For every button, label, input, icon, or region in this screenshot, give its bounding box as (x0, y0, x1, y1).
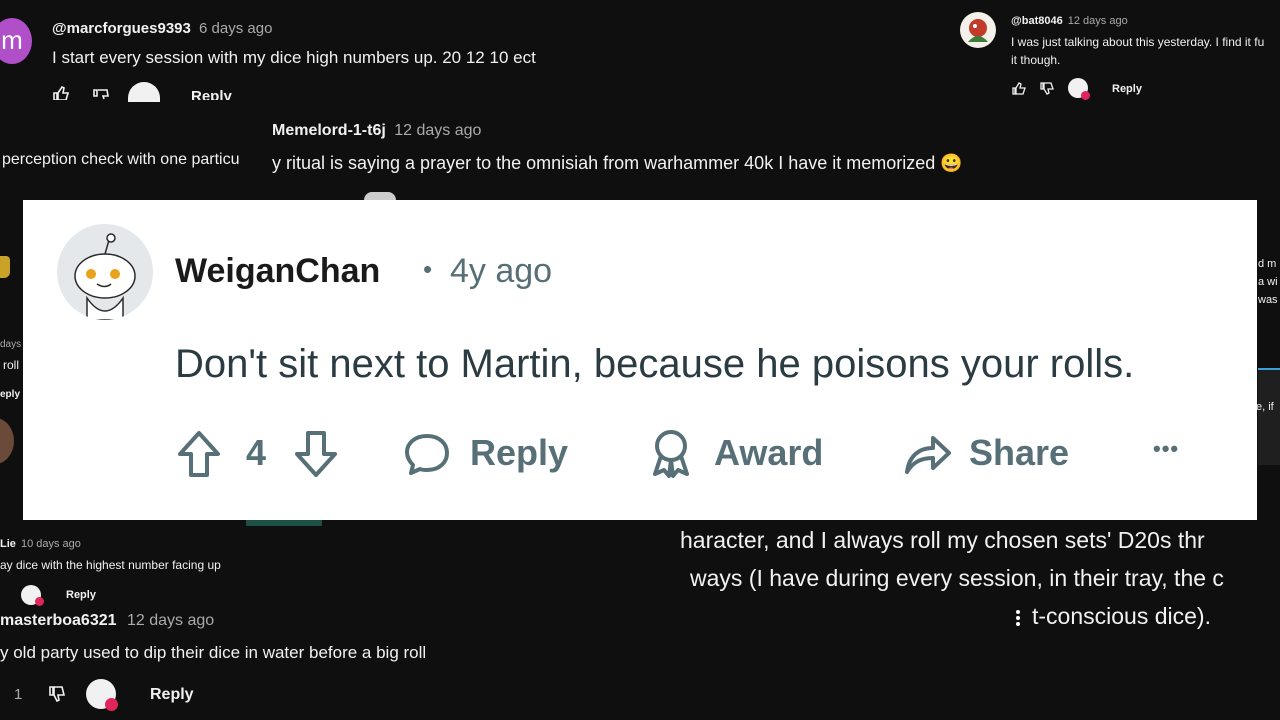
comment-author[interactable]: Lie (0, 538, 16, 550)
comment-text: y ritual is saying a prayer to the omnis… (272, 153, 963, 174)
avatar[interactable]: m (0, 18, 32, 64)
award-button[interactable]: Award (714, 432, 823, 474)
comment-author[interactable]: masterboa6321 (0, 612, 117, 629)
reply-button[interactable]: Reply (66, 589, 96, 601)
comment-author[interactable]: Memelord-1-t6j (272, 122, 386, 139)
smile-emoji: 😀 (940, 153, 963, 173)
snoo-avatar[interactable] (57, 224, 153, 320)
like-count: 1 (14, 686, 23, 703)
trophy-icon (0, 256, 10, 278)
comment-text: y old party used to dip their dice in wa… (0, 643, 427, 662)
heart-icon (105, 698, 118, 711)
creator-heart-avatar (364, 192, 396, 200)
dislike-icon[interactable] (92, 88, 110, 100)
comment-text-line: it though. (1011, 53, 1061, 67)
creator-heart-avatar (128, 82, 160, 102)
comment-header: @marcforgues9393 6 days ago (52, 20, 272, 37)
downvote-icon[interactable] (293, 430, 339, 478)
share-icon[interactable] (903, 432, 953, 476)
reddit-comment-card: WeiganChan • 4y ago Don't sit next to Ma… (23, 200, 1257, 520)
dislike-icon[interactable] (48, 686, 66, 702)
comment-time[interactable]: 12 days ago (127, 612, 214, 629)
comment-text-line: e, if (1256, 401, 1274, 413)
comment-body: Don't sit next to Martin, because he poi… (175, 342, 1135, 386)
comment-header: masterboa6321 12 days ago (0, 612, 214, 630)
upvote-icon[interactable] (176, 430, 222, 478)
comment-text-line: I was just talking about this yesterday.… (1011, 35, 1265, 49)
comment-time[interactable]: 12 days ago (394, 122, 481, 139)
reply-icon[interactable] (403, 432, 451, 476)
vote-count: 4 (246, 432, 267, 473)
comment-author[interactable]: @marcforgues9393 (52, 20, 191, 37)
comment-text: roll (3, 358, 20, 372)
comment-time[interactable]: 12 days ago (1068, 15, 1128, 27)
dislike-icon[interactable] (1040, 82, 1054, 95)
comment-text-line: haracter, and I always roll my chosen se… (680, 527, 1205, 553)
reply-button[interactable]: Reply (150, 686, 194, 704)
like-icon[interactable] (1012, 82, 1026, 95)
comment-text-line: a wi (1258, 276, 1278, 288)
reply-button[interactable]: eply (0, 389, 20, 400)
more-icon[interactable] (1015, 608, 1021, 634)
comment-text: perception check with one particu (2, 151, 240, 168)
like-icon[interactable] (52, 86, 70, 100)
comment-text: ay dice with the highest number facing u… (0, 558, 221, 572)
avatar-letter: m (1, 25, 23, 55)
comment-header: Lie 10 days ago (0, 538, 81, 550)
share-button[interactable]: Share (969, 432, 1069, 474)
comment-header: Memelord-1-t6j 12 days ago (272, 122, 481, 140)
reply-button[interactable]: Reply (191, 88, 232, 100)
reply-button[interactable]: Reply (470, 432, 568, 474)
comment-age[interactable]: 4y ago (450, 252, 552, 291)
comment-time: days (0, 339, 22, 350)
more-options-button[interactable]: ••• (1153, 436, 1179, 462)
comment-time[interactable]: 10 days ago (21, 538, 81, 550)
comment-text-body: y ritual is saying a prayer to the omnis… (272, 153, 936, 173)
divider (1258, 368, 1280, 465)
award-icon[interactable] (649, 428, 693, 478)
comment-text-line: t-conscious dice). (1032, 603, 1211, 629)
comment-author[interactable]: WeiganChan (175, 252, 380, 291)
comment-text: I start every session with my dice high … (52, 48, 536, 67)
heart-icon (1081, 91, 1090, 100)
comment-text-line: d m (1258, 258, 1277, 270)
avatar[interactable] (960, 12, 996, 48)
comment-author[interactable]: @bat8046 (1011, 15, 1063, 27)
comment-text-line: ways (I have during every session, in th… (690, 565, 1224, 591)
reply-button[interactable]: Reply (1112, 83, 1142, 95)
heart-icon (35, 597, 44, 606)
comment-header: @bat8046 12 days ago (1011, 15, 1128, 27)
comment-text-line: was (1258, 294, 1278, 306)
separator-dot: • (423, 254, 433, 284)
avatar[interactable] (0, 418, 14, 464)
comment-time[interactable]: 6 days ago (199, 20, 272, 37)
